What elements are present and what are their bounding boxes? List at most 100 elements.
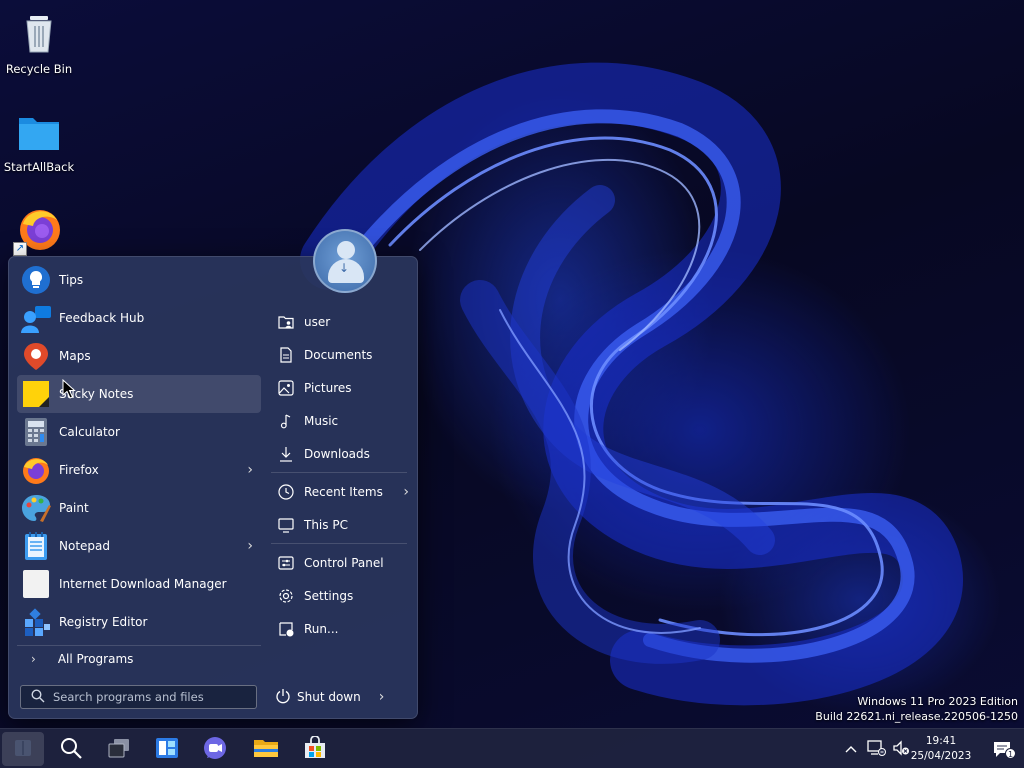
- start-menu: ↓ Tips Feedback Hub Maps Sticky Notes Ca…: [8, 229, 418, 719]
- widgets-button[interactable]: [146, 732, 188, 766]
- tips-icon: [21, 265, 51, 295]
- app-item-sticky-notes[interactable]: Sticky Notes: [17, 375, 261, 413]
- search-box[interactable]: [20, 685, 257, 709]
- start-icon: [13, 738, 33, 761]
- pinned-app-list: Tips Feedback Hub Maps Sticky Notes Calc…: [17, 261, 261, 641]
- desktop-icon-firefox[interactable]: ↗: [1, 204, 77, 256]
- clock-date: 25/04/2023: [910, 750, 972, 762]
- app-item-paint[interactable]: Paint: [17, 489, 261, 527]
- user-avatar[interactable]: ↓: [313, 229, 377, 293]
- divider: [271, 472, 407, 473]
- network-icon: [866, 739, 886, 760]
- firefox-icon: [21, 455, 51, 485]
- place-label: Run...: [304, 621, 339, 636]
- folder-icon: [15, 108, 63, 156]
- notifications-button[interactable]: 1: [990, 729, 1016, 768]
- place-label: Recent Items: [304, 484, 383, 499]
- search-icon: [31, 688, 45, 706]
- recycle-bin-icon: [15, 10, 63, 58]
- gear-icon: [277, 587, 295, 605]
- idm-icon: [21, 569, 51, 599]
- place-control-panel[interactable]: Control Panel: [271, 546, 411, 579]
- app-label: Firefox: [59, 463, 99, 477]
- chevron-right-icon: ›: [31, 652, 36, 666]
- task-view-button[interactable]: [98, 732, 140, 766]
- task-view-icon: [107, 736, 131, 763]
- sticky-notes-icon: [21, 379, 51, 409]
- app-item-feedback-hub[interactable]: Feedback Hub: [17, 299, 261, 337]
- clock[interactable]: 19:41 25/04/2023: [906, 734, 976, 764]
- watermark-build: Build 22621.ni_release.220506-1250: [815, 710, 1018, 723]
- all-programs-label: All Programs: [57, 652, 134, 666]
- teams-chat-button[interactable]: [194, 732, 236, 766]
- app-item-maps[interactable]: Maps: [17, 337, 261, 375]
- microsoft-store-button[interactable]: [294, 732, 336, 766]
- divider: [17, 645, 261, 646]
- search-input[interactable]: [53, 690, 243, 704]
- clock-icon: [277, 483, 295, 501]
- place-recent-items[interactable]: Recent Items ›: [271, 475, 411, 508]
- download-icon: [277, 445, 295, 463]
- file-explorer-icon: [253, 735, 279, 764]
- place-label: Music: [304, 413, 339, 428]
- app-item-notepad[interactable]: Notepad ›: [17, 527, 261, 565]
- place-user[interactable]: user: [271, 305, 411, 338]
- place-label: Pictures: [304, 380, 352, 395]
- place-label: Control Panel: [304, 555, 384, 570]
- notepad-icon: [21, 531, 51, 561]
- clock-time: 19:41: [925, 735, 957, 747]
- search-icon: [59, 736, 83, 763]
- desktop-icon-label: Recycle Bin: [5, 62, 73, 76]
- network-button[interactable]: [865, 729, 887, 768]
- paint-icon: [21, 493, 51, 523]
- taskbar-search-button[interactable]: [50, 732, 92, 766]
- user-folder-icon: [277, 313, 295, 331]
- chevron-up-icon: [845, 742, 857, 756]
- places-list: user Documents Pictures Music Downloads: [271, 305, 411, 645]
- chevron-right-icon[interactable]: ›: [379, 689, 385, 705]
- start-button[interactable]: [2, 732, 44, 766]
- shutdown-label: Shut down: [297, 690, 361, 704]
- place-label: user: [304, 314, 331, 329]
- file-explorer-button[interactable]: [245, 732, 287, 766]
- chevron-right-icon: ›: [247, 462, 253, 478]
- watermark-edition: Windows 11 Pro 2023 Edition: [857, 695, 1018, 708]
- desktop-icon-startallback[interactable]: StartAllBack: [1, 108, 77, 174]
- control-panel-icon: [277, 554, 295, 572]
- tray-overflow-button[interactable]: [842, 729, 860, 768]
- place-this-pc[interactable]: This PC: [271, 508, 411, 541]
- place-settings[interactable]: Settings: [271, 579, 411, 612]
- place-music[interactable]: Music: [271, 404, 411, 437]
- app-item-firefox[interactable]: Firefox ›: [17, 451, 261, 489]
- power-icon: [275, 688, 291, 707]
- desktop-icon-recycle-bin[interactable]: Recycle Bin: [1, 10, 77, 76]
- mouse-cursor: [62, 378, 76, 402]
- microsoft-store-icon: [303, 734, 327, 763]
- desktop-icon-label: StartAllBack: [3, 160, 75, 174]
- app-label: Feedback Hub: [59, 311, 145, 325]
- app-item-calculator[interactable]: Calculator: [17, 413, 261, 451]
- place-pictures[interactable]: Pictures: [271, 371, 411, 404]
- app-label: Internet Download Manager: [59, 577, 227, 591]
- place-documents[interactable]: Documents: [271, 338, 411, 371]
- notification-icon: 1: [993, 740, 1016, 759]
- registry-editor-icon: [21, 607, 51, 637]
- app-item-registry-editor[interactable]: Registry Editor: [17, 603, 261, 641]
- taskbar: 19:41 25/04/2023 1: [0, 728, 1024, 768]
- feedback-hub-icon: [21, 303, 51, 333]
- app-item-tips[interactable]: Tips: [17, 261, 261, 299]
- music-note-icon: [277, 412, 295, 430]
- notification-badge: 1: [1005, 748, 1016, 759]
- monitor-icon: [277, 516, 295, 534]
- run-icon: [277, 620, 295, 638]
- app-item-internet-download-manager[interactable]: Internet Download Manager: [17, 565, 261, 603]
- app-label: Notepad: [59, 539, 110, 553]
- calculator-icon: [21, 417, 51, 447]
- divider: [271, 543, 407, 544]
- place-downloads[interactable]: Downloads: [271, 437, 411, 470]
- place-label: Documents: [304, 347, 373, 362]
- shutdown-button[interactable]: Shut down ›: [275, 685, 384, 709]
- document-icon: [277, 346, 295, 364]
- place-run[interactable]: Run...: [271, 612, 411, 645]
- all-programs-button[interactable]: › All Programs: [17, 647, 261, 671]
